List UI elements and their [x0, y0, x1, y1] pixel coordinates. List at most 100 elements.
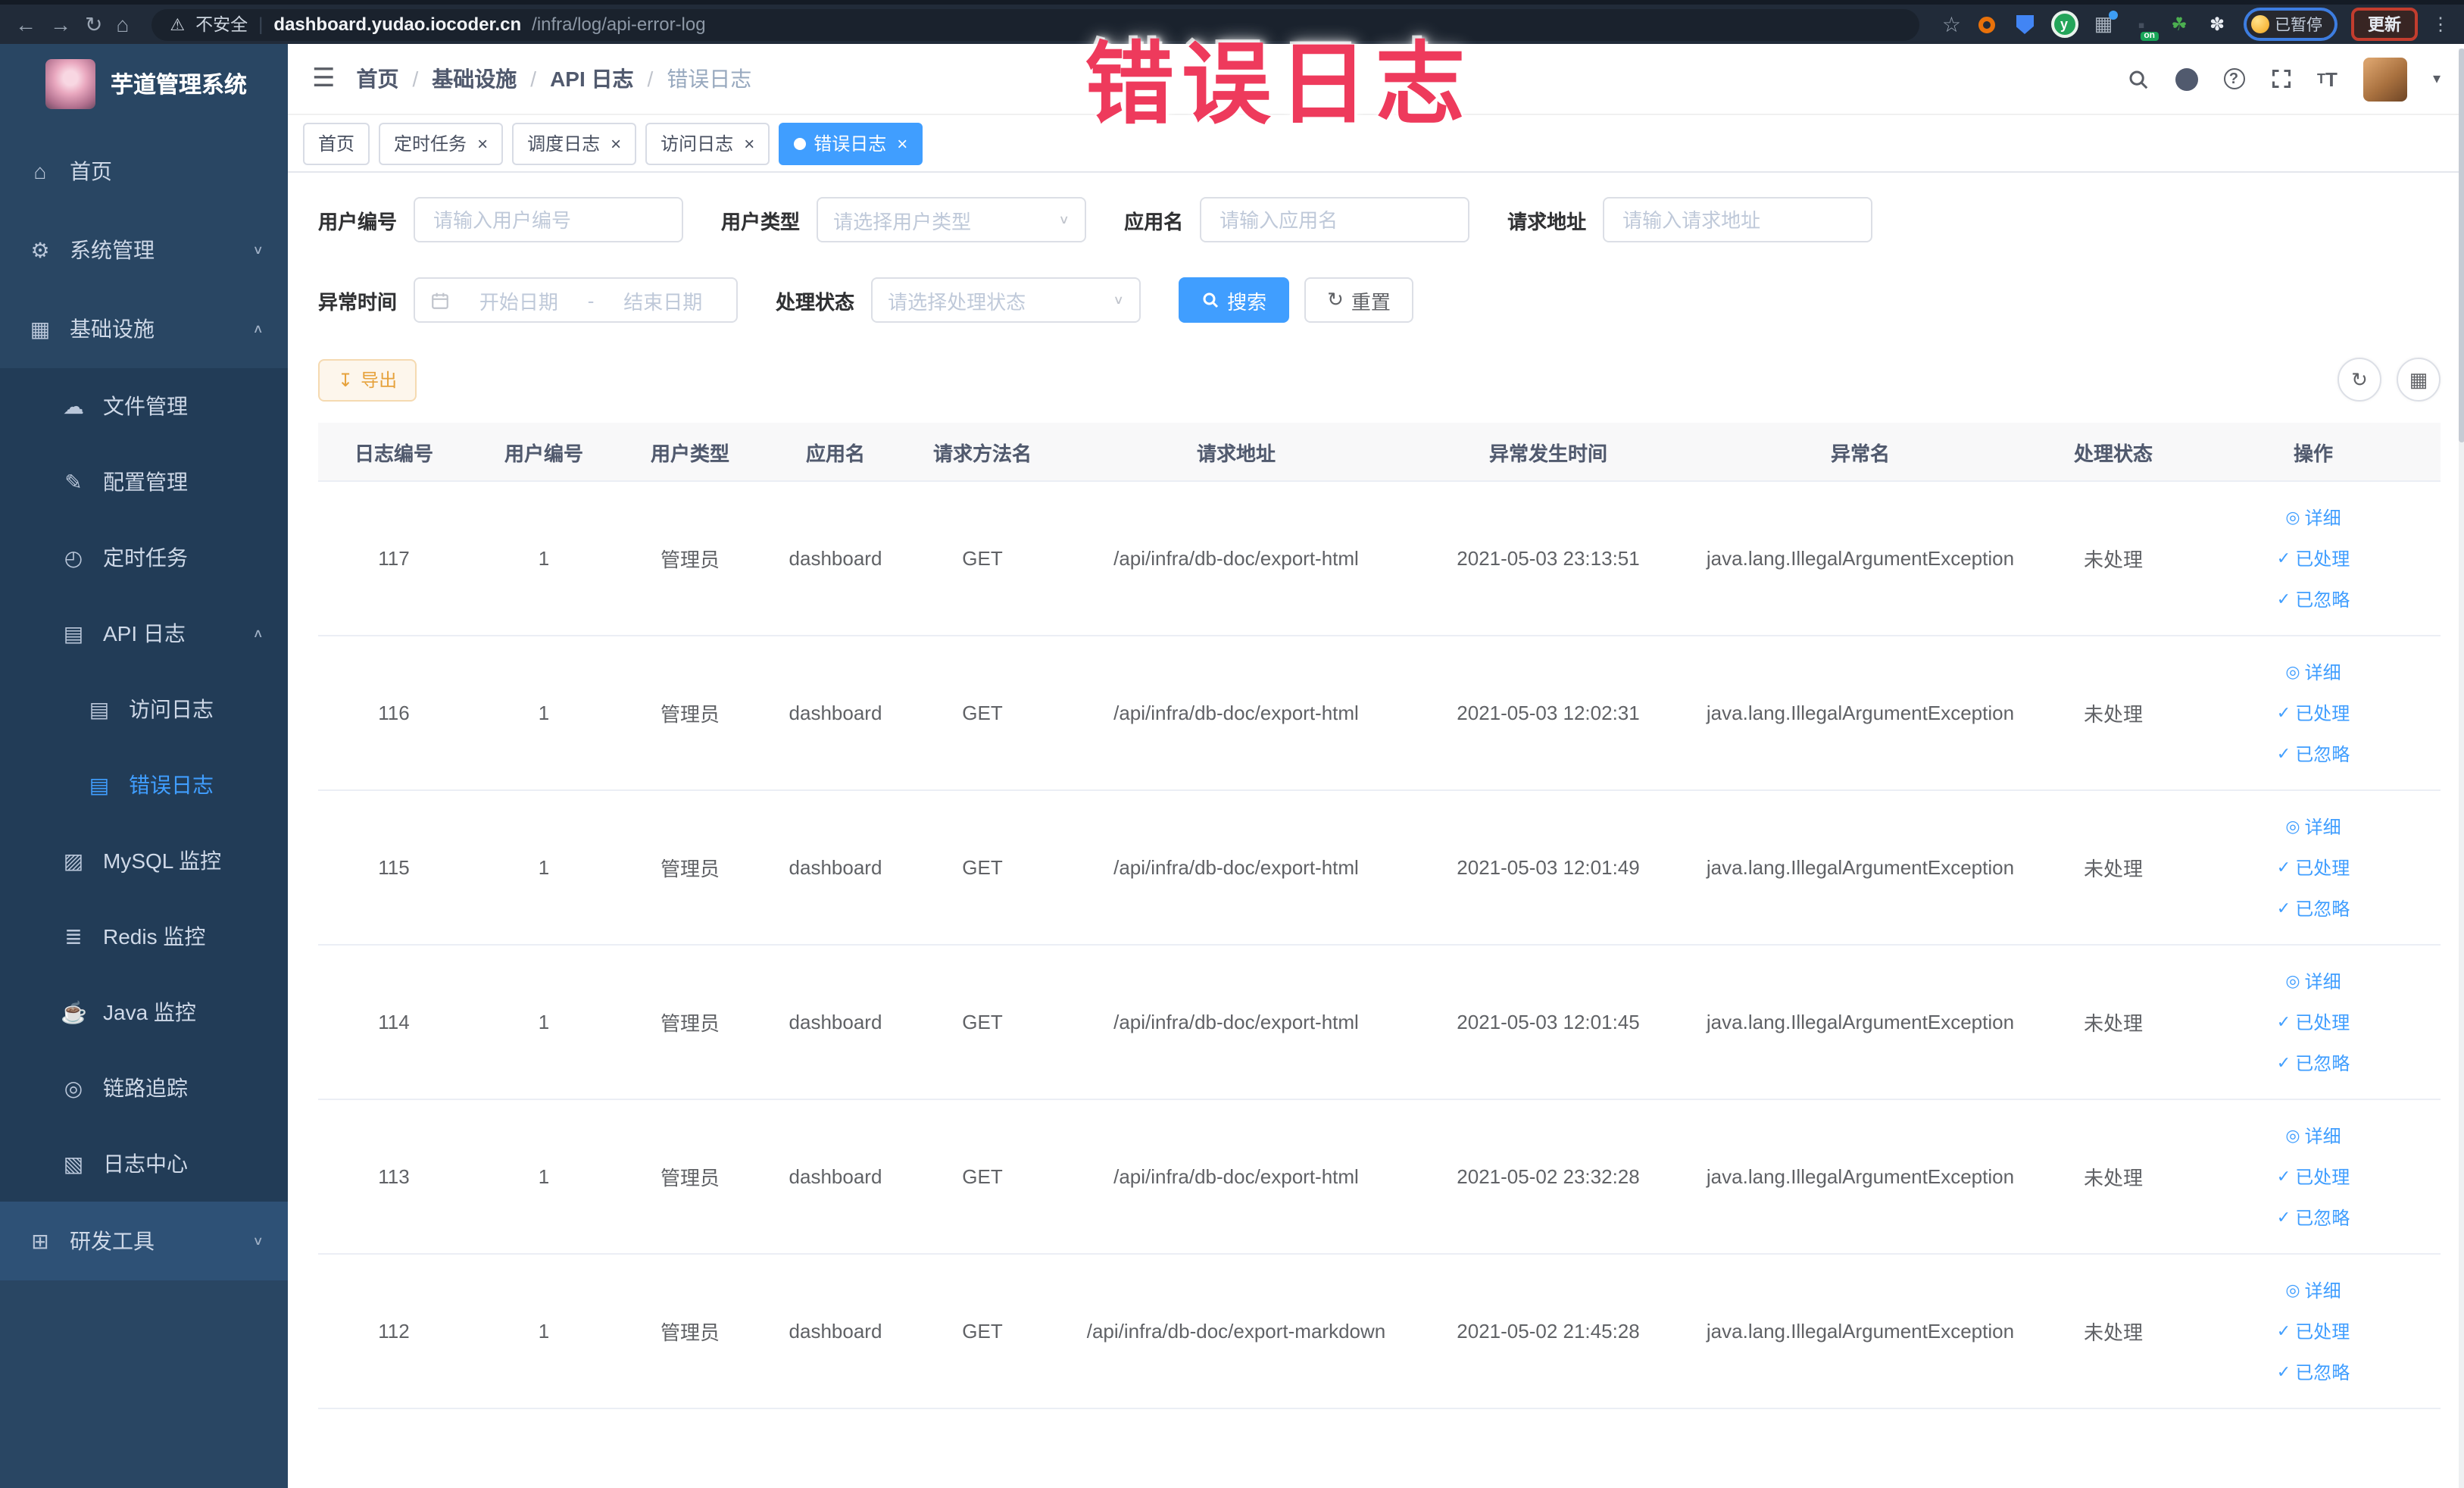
- browser-back-icon[interactable]: ←: [15, 14, 36, 35]
- sidebar-toggle-icon[interactable]: ☰: [312, 64, 336, 94]
- user-menu-caret-icon[interactable]: ▾: [2433, 70, 2441, 87]
- sidebar-item-infrastructure[interactable]: ▦ 基础设施 ∧: [0, 289, 288, 368]
- ignored-action-link[interactable]: ✓ 已忽略: [2277, 896, 2350, 921]
- sidebar-item-file-management[interactable]: ☁ 文件管理: [0, 368, 288, 444]
- column-settings-button[interactable]: ▦: [2397, 358, 2441, 402]
- sidebar-item-log-center[interactable]: ▧ 日志中心: [0, 1126, 288, 1202]
- extension-orange-icon[interactable]: [1975, 12, 1999, 36]
- detail-action-link[interactable]: ◎ 详细: [2285, 968, 2341, 994]
- app-name-input[interactable]: [1216, 207, 1454, 233]
- sidebar-item-system-management[interactable]: ⚙ 系统管理 ∨: [0, 211, 288, 289]
- profile-paused-badge[interactable]: 已暂停: [2243, 8, 2338, 41]
- table-cell: java.lang.IllegalArgumentException: [1706, 856, 2015, 879]
- processed-action-link[interactable]: ✓ 已处理: [2277, 700, 2350, 726]
- close-icon[interactable]: ×: [477, 133, 488, 154]
- sidebar-item-redis-monitor[interactable]: ≣ Redis 监控: [0, 899, 288, 974]
- breadcrumb-item[interactable]: API 日志: [550, 64, 633, 94]
- export-button[interactable]: ↧ 导出: [318, 358, 417, 401]
- sidebar-item-api-log[interactable]: ▤ API 日志 ∧: [0, 596, 288, 671]
- breadcrumb-item[interactable]: 基础设施: [432, 64, 517, 94]
- detail-action-link[interactable]: ◎ 详细: [2285, 1277, 2341, 1303]
- end-date-placeholder[interactable]: 结束日期: [604, 286, 721, 314]
- tab-首页[interactable]: 首页: [303, 122, 370, 164]
- search-button[interactable]: 搜索: [1179, 277, 1290, 323]
- chevron-up-icon: ∧: [252, 627, 264, 640]
- sidebar-item-home[interactable]: ⌂ 首页: [0, 132, 288, 211]
- tab-访问日志[interactable]: 访问日志 ×: [645, 122, 770, 164]
- request-url-field[interactable]: [1603, 197, 1873, 242]
- sidebar-item-scheduled-tasks[interactable]: ◴ 定时任务: [0, 520, 288, 596]
- detail-action-link[interactable]: ◎ 详细: [2285, 1123, 2341, 1149]
- detail-action-link[interactable]: ◎ 详细: [2285, 814, 2341, 839]
- action-label: 已处理: [2295, 1012, 2350, 1033]
- close-icon[interactable]: ×: [611, 133, 621, 154]
- page-scrollbar[interactable]: [2459, 48, 2464, 1488]
- close-icon[interactable]: ×: [897, 133, 907, 154]
- user-type-select[interactable]: 请选择用户类型 ∨: [817, 197, 1087, 242]
- sidebar-item-trace[interactable]: ◎ 链路追踪: [0, 1050, 288, 1126]
- sidebar-item-error-log[interactable]: ▤ 错误日志: [0, 747, 288, 823]
- processed-action-link[interactable]: ✓ 已处理: [2277, 855, 2350, 880]
- ignored-action-link[interactable]: ✓ 已忽略: [2277, 1205, 2350, 1230]
- processed-action-link[interactable]: ✓ 已处理: [2277, 1009, 2350, 1035]
- check-icon: ✓: [2276, 900, 2291, 918]
- reset-button[interactable]: ↻ 重置: [1304, 277, 1413, 323]
- font-size-icon[interactable]: TT: [2317, 67, 2338, 90]
- not-secure-label[interactable]: 不安全: [195, 12, 248, 36]
- ignored-action-link[interactable]: ✓ 已忽略: [2277, 741, 2350, 767]
- request-url-input[interactable]: [1619, 207, 1857, 233]
- sidebar-item-dev-tools[interactable]: ⊞ 研发工具 ∨: [0, 1202, 288, 1280]
- sidebar-item-java-monitor[interactable]: ☕ Java 监控: [0, 974, 288, 1050]
- browser-reload-icon[interactable]: ↻: [85, 14, 102, 35]
- extension-grid-icon[interactable]: ▦: [2091, 11, 2117, 36]
- process-status-select[interactable]: 请选择处理状态 ∨: [871, 277, 1141, 323]
- close-icon[interactable]: ×: [744, 133, 754, 154]
- action-label: 详细: [2304, 1126, 2341, 1147]
- search-icon[interactable]: [2126, 67, 2149, 90]
- exception-time-range-picker[interactable]: 开始日期 - 结束日期: [414, 277, 739, 323]
- address-bar[interactable]: ⚠ 不安全 | dashboard.yudao.iocoder.cn /infr…: [151, 8, 1919, 40]
- breadcrumb-item[interactable]: 首页: [357, 64, 399, 94]
- fullscreen-icon[interactable]: [2270, 68, 2291, 89]
- detail-action-link[interactable]: ◎ 详细: [2285, 505, 2341, 530]
- bookmark-star-icon[interactable]: ☆: [1942, 14, 1961, 35]
- detail-action-link[interactable]: ◎ 详细: [2285, 659, 2341, 685]
- start-date-placeholder[interactable]: 开始日期: [461, 286, 577, 314]
- sidebar-item-access-log[interactable]: ▤ 访问日志: [0, 671, 288, 747]
- processed-action-link[interactable]: ✓ 已处理: [2277, 545, 2350, 571]
- refresh-table-button[interactable]: ↻: [2338, 358, 2381, 402]
- browser-update-button[interactable]: 更新: [2351, 8, 2418, 41]
- browser-home-icon[interactable]: ⌂: [116, 14, 129, 35]
- processed-action-link[interactable]: ✓ 已处理: [2277, 1164, 2350, 1189]
- table-cell: 管理员: [660, 1167, 720, 1189]
- browser-forward-icon[interactable]: →: [50, 14, 71, 35]
- extension-plant-icon[interactable]: ☘: [2167, 12, 2191, 36]
- app-name-field[interactable]: [1200, 197, 1470, 242]
- ignored-action-link[interactable]: ✓ 已忽略: [2277, 1359, 2350, 1385]
- sidebar-logo-row[interactable]: 芋道管理系统: [0, 44, 288, 123]
- tab-定时任务[interactable]: 定时任务 ×: [379, 122, 504, 164]
- user-id-input[interactable]: [430, 207, 667, 233]
- user-avatar[interactable]: [2363, 57, 2407, 101]
- extensions-puzzle-icon[interactable]: ✽: [2205, 12, 2229, 36]
- tab-调度日志[interactable]: 调度日志 ×: [512, 122, 637, 164]
- help-icon[interactable]: ?: [2223, 68, 2245, 89]
- page-annotation: 错误日志: [1085, 35, 1473, 135]
- table-row: 117 1 管理员 dashboard GET/api/infra/db-doc/exp…: [318, 482, 2441, 636]
- app-logo: [45, 58, 95, 108]
- ignored-action-link[interactable]: ✓ 已忽略: [2277, 586, 2350, 612]
- ignored-action-link[interactable]: ✓ 已忽略: [2277, 1050, 2350, 1076]
- user-id-field[interactable]: [414, 197, 684, 242]
- sidebar-item-mysql-monitor[interactable]: ▨ MySQL 监控: [0, 823, 288, 899]
- extension-green-icon[interactable]: y: [2050, 11, 2078, 38]
- tab-错误日志[interactable]: 错误日志 ×: [779, 122, 923, 164]
- browser-menu-icon[interactable]: ⋮: [2431, 14, 2450, 35]
- scrollbar-thumb[interactable]: [2459, 48, 2464, 442]
- github-icon[interactable]: [2175, 67, 2198, 90]
- table-row: 115 1 管理员 dashboard GET/api/infra/db-doc/exp…: [318, 791, 2441, 946]
- extension-shield-icon[interactable]: [2013, 12, 2037, 36]
- extension-on-icon[interactable]: ▪ on: [2129, 12, 2158, 41]
- table-cell: dashboard: [789, 1165, 882, 1188]
- processed-action-link[interactable]: ✓ 已处理: [2277, 1318, 2350, 1344]
- sidebar-item-config-management[interactable]: ✎ 配置管理: [0, 444, 288, 520]
